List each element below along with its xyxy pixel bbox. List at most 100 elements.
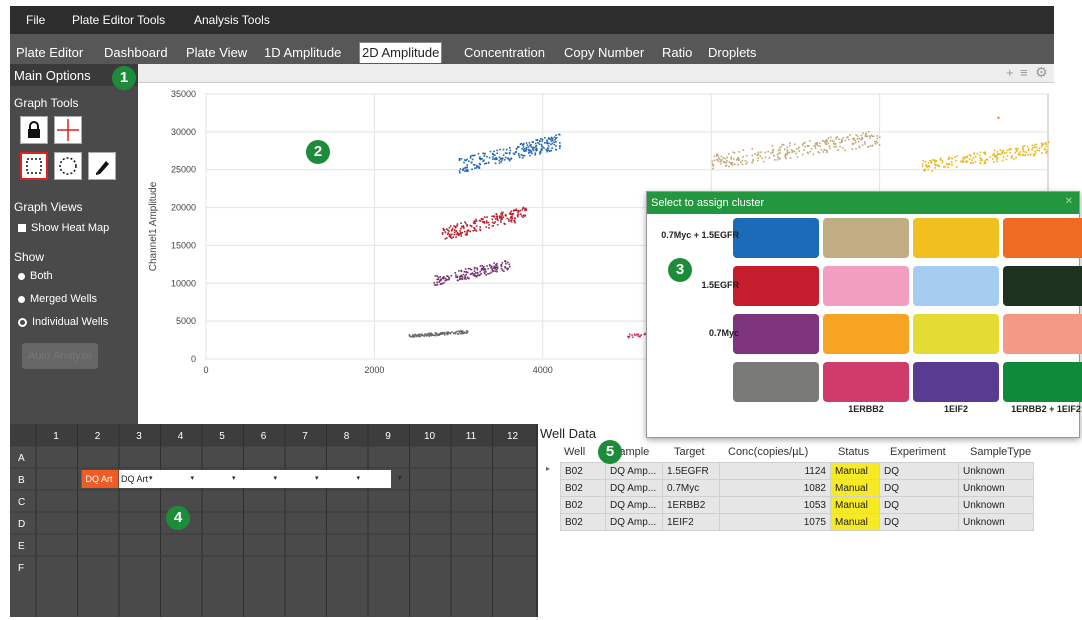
pencil-icon xyxy=(96,161,109,175)
droplet-point xyxy=(543,136,546,139)
droplet-point xyxy=(829,139,832,142)
col-header-conc[interactable]: Conc(copies/µL) xyxy=(728,446,808,458)
cluster-swatch-r1-c0[interactable] xyxy=(733,266,819,306)
cluster-swatch-r1-c2[interactable] xyxy=(913,266,999,306)
droplet-point xyxy=(506,267,508,270)
droplet-point xyxy=(996,154,998,156)
droplet-point xyxy=(459,277,461,280)
cluster-swatch-r0-c3[interactable] xyxy=(1003,218,1082,258)
lock-tool-button[interactable] xyxy=(20,116,48,144)
cluster-swatch-r3-c0[interactable] xyxy=(733,362,819,402)
droplet-point xyxy=(1044,141,1047,144)
gear-icon[interactable]: ⚙ xyxy=(1035,64,1048,81)
droplet-point xyxy=(934,164,937,167)
droplet-point xyxy=(730,158,732,160)
droplet-point xyxy=(466,331,468,334)
radio-merged-wells[interactable]: Merged Wells xyxy=(18,293,97,305)
tab-1d-amplitude[interactable]: 1D Amplitude xyxy=(262,43,343,63)
table-row[interactable]: B02 DQ Amp... 1EIF2 1075 Manual DQ Unknown xyxy=(560,513,1034,531)
droplet-point xyxy=(482,152,484,155)
droplet-point xyxy=(408,334,411,336)
droplet-point xyxy=(464,222,467,225)
tab-ratio[interactable]: Ratio xyxy=(660,43,694,63)
droplet-point xyxy=(829,147,831,150)
droplet-point xyxy=(816,143,818,146)
tab-plate-editor[interactable]: Plate Editor xyxy=(14,43,85,63)
show-heat-map-checkbox[interactable]: Show Heat Map xyxy=(18,222,109,234)
cluster-swatch-r2-c3[interactable] xyxy=(1003,314,1082,354)
tab-plate-view[interactable]: Plate View xyxy=(184,43,249,63)
droplet-point xyxy=(1006,155,1009,157)
droplet-point xyxy=(459,168,462,170)
droplet-point xyxy=(521,157,524,159)
droplet-point xyxy=(448,233,451,236)
droplet-point xyxy=(479,265,482,267)
pencil-tool-button[interactable] xyxy=(88,152,116,180)
tab-copy-number[interactable]: Copy Number xyxy=(562,43,646,63)
droplet-point xyxy=(984,161,986,164)
droplet-point xyxy=(972,162,974,164)
menu-plate-editor-tools[interactable]: Plate Editor Tools xyxy=(72,13,165,27)
droplet-point xyxy=(842,136,845,139)
table-row[interactable]: B02 DQ Amp... 1.5EGFR 1124 Manual DQ Unknown xyxy=(560,462,1034,480)
menu-icon[interactable]: ≡ xyxy=(1020,65,1028,80)
droplet-point xyxy=(419,335,422,338)
table-row[interactable]: B02 DQ Amp... 1ERBB2 1053 Manual DQ Unknown xyxy=(560,496,1034,514)
droplet-point xyxy=(801,153,804,156)
droplet-point xyxy=(506,152,508,155)
cluster-swatch-r1-c1[interactable] xyxy=(823,266,909,306)
droplet-point xyxy=(517,213,520,216)
droplet-point xyxy=(496,149,498,152)
droplet-point xyxy=(872,135,875,137)
tab-droplets[interactable]: Droplets xyxy=(706,43,758,63)
droplet-point xyxy=(501,157,504,160)
cluster-swatch-r0-c1[interactable] xyxy=(823,218,909,258)
droplet-point xyxy=(925,164,928,166)
col-header-sampletype[interactable]: SampleType xyxy=(970,446,1031,458)
radio-individual-wells[interactable]: Individual Wells xyxy=(18,316,108,328)
col-header-status[interactable]: Status xyxy=(838,446,869,458)
col-header-experiment[interactable]: Experiment xyxy=(890,446,946,458)
radio-both[interactable]: Both xyxy=(18,270,53,282)
auto-analyze-button[interactable]: Auto Analyze xyxy=(22,343,98,369)
droplet-point xyxy=(922,160,924,162)
rectangle-select-button[interactable] xyxy=(20,152,48,180)
close-icon[interactable]: ✕ xyxy=(1065,196,1073,207)
droplet-point xyxy=(510,220,513,223)
col-header-well[interactable]: Well xyxy=(564,446,585,458)
droplet-point xyxy=(508,218,510,221)
droplet-point xyxy=(1005,158,1008,161)
droplet-point xyxy=(722,157,725,160)
droplet-point xyxy=(473,229,476,231)
tab-concentration[interactable]: Concentration xyxy=(462,43,547,63)
droplet-point xyxy=(774,159,776,161)
crosshair-tool-button[interactable] xyxy=(54,116,82,144)
cluster-swatch-r3-c3[interactable] xyxy=(1003,362,1082,402)
droplet-point xyxy=(522,216,524,219)
cluster-swatch-r0-c2[interactable] xyxy=(913,218,999,258)
cluster-swatch-r0-c0[interactable] xyxy=(733,218,819,258)
cluster-swatch-r3-c2[interactable] xyxy=(913,362,999,402)
cluster-swatch-r2-c0[interactable] xyxy=(733,314,819,354)
menu-file[interactable]: File xyxy=(26,13,45,27)
menu-analysis-tools[interactable]: Analysis Tools xyxy=(194,13,270,27)
add-icon[interactable]: + xyxy=(1006,65,1014,80)
table-row[interactable]: B02 DQ Amp... 0.7Myc 1082 Manual DQ Unknown xyxy=(560,479,1034,497)
cluster-swatch-r3-c1[interactable] xyxy=(823,362,909,402)
cluster-swatch-r1-c3[interactable] xyxy=(1003,266,1082,306)
cluster-swatch-r2-c2[interactable] xyxy=(913,314,999,354)
tab-dashboard[interactable]: Dashboard xyxy=(102,43,170,63)
lasso-select-button[interactable] xyxy=(54,152,82,180)
x-tick-label: 4000 xyxy=(533,365,553,375)
cluster-swatch-r2-c1[interactable] xyxy=(823,314,909,354)
droplet-point xyxy=(466,233,468,236)
droplet-point xyxy=(1040,145,1043,148)
droplet-point xyxy=(728,161,731,163)
droplet-point xyxy=(485,274,487,276)
col-header-target[interactable]: Target xyxy=(674,446,705,458)
droplet-point xyxy=(473,273,476,275)
tab-2d-amplitude[interactable]: 2D Amplitude xyxy=(359,42,443,63)
droplet-point xyxy=(473,267,476,270)
droplet-point xyxy=(726,160,728,162)
callout-badge-4: 4 xyxy=(166,506,190,530)
